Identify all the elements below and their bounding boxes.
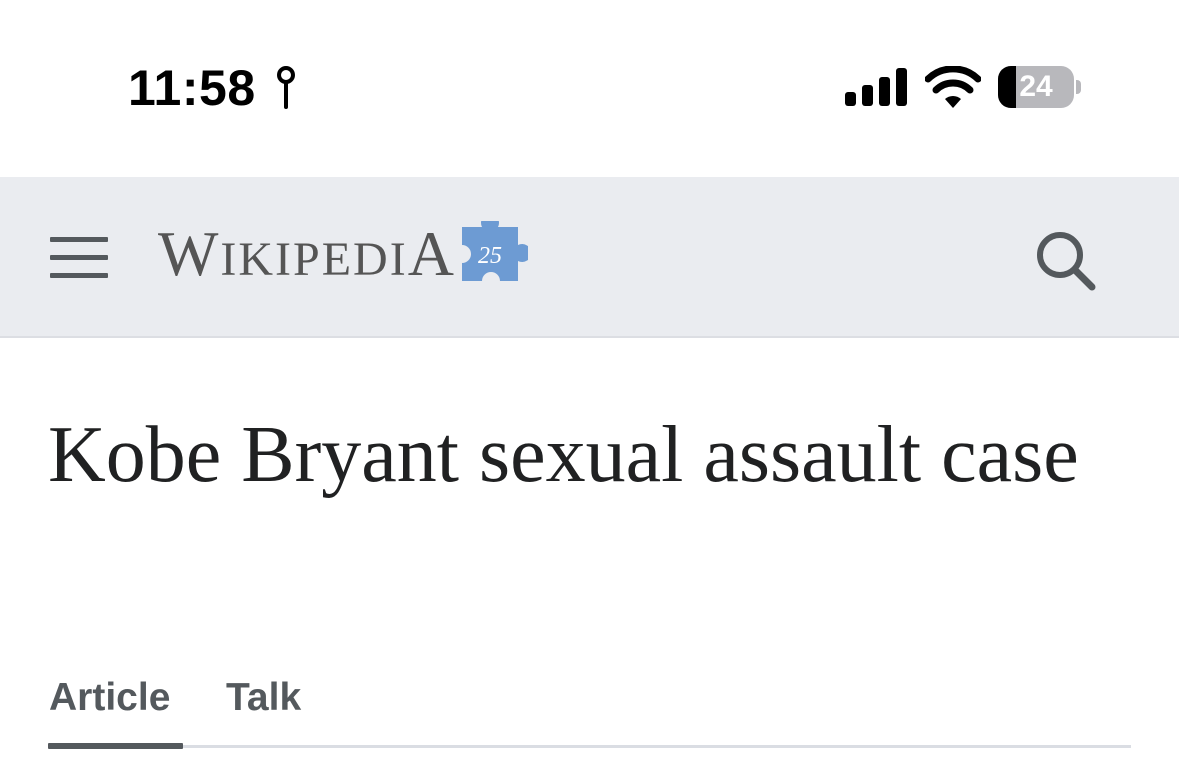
battery-icon: 24 (998, 66, 1082, 110)
battery-cap (1076, 80, 1081, 94)
tab-talk[interactable]: Talk (226, 674, 301, 722)
wifi-icon (925, 66, 981, 108)
wordmark-last-letter: A (407, 218, 456, 289)
cellular-signal-icon (845, 68, 907, 106)
tabs-divider (48, 745, 1131, 748)
page-title: Kobe Bryant sexual assault case (48, 411, 1079, 499)
site-header: WIKIPEDIA 25 (0, 177, 1179, 338)
page-tabs: Article Talk (48, 660, 1131, 750)
hamburger-menu-icon[interactable] (40, 225, 118, 289)
battery-body: 24 (998, 66, 1074, 108)
wikipedia-25-puzzle-icon: 25 (461, 221, 528, 281)
status-time: 11:58 (128, 60, 256, 116)
puzzle-badge-text: 25 (478, 243, 502, 269)
status-bar: 11:58 24 (0, 0, 1179, 177)
wikipedia-logo[interactable]: WIKIPEDIA 25 (158, 217, 528, 297)
search-icon[interactable] (1026, 221, 1106, 301)
wordmark-first-letter: W (158, 218, 221, 289)
battery-percent: 24 (1019, 70, 1053, 103)
wordmark-middle-letters: IKIPEDI (220, 233, 408, 286)
tab-article[interactable]: Article (49, 674, 170, 722)
selected-tab-indicator (48, 743, 183, 749)
location-icon (277, 66, 295, 109)
wikipedia-wordmark: WIKIPEDIA (158, 214, 456, 300)
